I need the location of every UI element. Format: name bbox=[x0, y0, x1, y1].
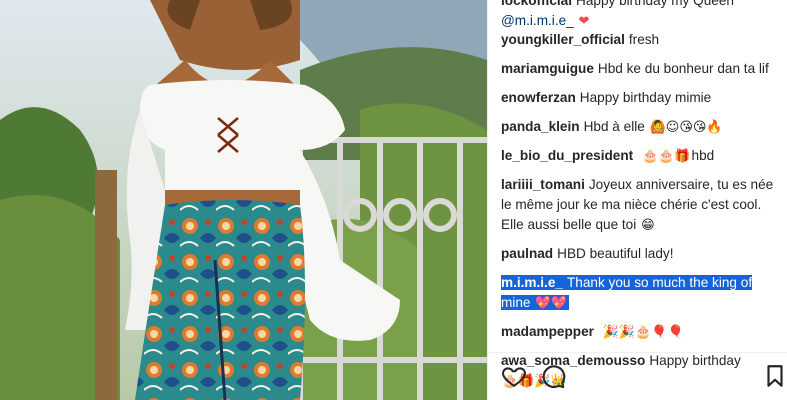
emoji-group: 🙆☺😘😘🔥 bbox=[649, 120, 723, 135]
emoji-group: 🎉🎉🎂🎈🎈 bbox=[602, 325, 684, 340]
comment-row: youngkiller_official fresh bbox=[501, 30, 781, 50]
comment-text: fresh bbox=[628, 32, 660, 47]
selected-text: m.i.m.i.e_ Thank you so much the king of … bbox=[501, 275, 753, 311]
comment-text: Happy birthday mimie bbox=[579, 90, 712, 105]
emoji-group: 😁 bbox=[641, 218, 655, 233]
comment-username[interactable]: enowferzan bbox=[501, 90, 576, 105]
comment-partial: lockofficial Happy birthday my Queen @m.i… bbox=[501, 0, 781, 31]
comment-text: Hbd ke du bonheur dan ta lif bbox=[597, 61, 769, 76]
post-action-bar bbox=[488, 352, 787, 400]
comment-username[interactable]: mariamguigue bbox=[501, 61, 594, 76]
comment-icon bbox=[542, 365, 566, 389]
comment-username[interactable]: youngkiller_official bbox=[501, 32, 625, 47]
comment-text-tail: hbd bbox=[691, 148, 715, 163]
comment-username[interactable]: m.i.m.i.e_ bbox=[501, 275, 563, 290]
comment-username[interactable]: le_bio_du_president bbox=[501, 148, 633, 163]
comment-row: paulnad HBD beautiful lady! bbox=[501, 244, 781, 264]
bookmark-icon bbox=[767, 365, 783, 387]
comment-row: madampepper 🎉🎉🎂🎈🎈 bbox=[501, 322, 781, 342]
save-button[interactable] bbox=[762, 363, 787, 391]
comment-username[interactable]: madampepper bbox=[501, 324, 594, 339]
comment-row: lariiii_tomani Joyeux anniversaire, tu es… bbox=[501, 175, 781, 235]
comment-button[interactable] bbox=[540, 363, 568, 391]
comment-username[interactable]: panda_klein bbox=[501, 119, 580, 134]
comment-username[interactable]: lariiii_tomani bbox=[501, 177, 585, 192]
comment-row: enowferzan Happy birthday mimie bbox=[501, 88, 781, 108]
comment-row: le_bio_du_president 🎂🎂🎁hbd bbox=[501, 146, 781, 166]
post-photo[interactable] bbox=[0, 0, 487, 400]
comment-text: HBD beautiful lady! bbox=[557, 246, 674, 261]
comment-list: youngkiller_official fresh mariamguigue Hbd… bbox=[501, 30, 781, 400]
comment-username[interactable]: lockofficial bbox=[501, 0, 572, 8]
emoji-group: 💖💖 bbox=[535, 296, 568, 311]
emoji-group: 🎂🎂🎁 bbox=[641, 149, 691, 164]
heart-icon bbox=[502, 367, 526, 387]
comments-panel: lockofficial Happy birthday my Queen @m.i… bbox=[487, 0, 787, 400]
post-photo-image bbox=[0, 0, 487, 400]
heart-emoji: ❤ bbox=[578, 14, 590, 29]
comment-row: mariamguigue Hbd ke du bonheur dan ta lif bbox=[501, 59, 781, 79]
comment-row: m.i.m.i.e_ Thank you so much the king of … bbox=[501, 273, 781, 313]
like-button[interactable] bbox=[501, 363, 529, 391]
comment-row: panda_klein Hbd à elle 🙆☺😘😘🔥 bbox=[501, 117, 781, 137]
comment-username[interactable]: paulnad bbox=[501, 246, 553, 261]
comment-text: Hbd à elle bbox=[583, 119, 645, 134]
comment-text: Happy birthday my Queen bbox=[576, 0, 734, 8]
mention-link[interactable]: @m.i.m.i.e_ bbox=[501, 13, 574, 28]
